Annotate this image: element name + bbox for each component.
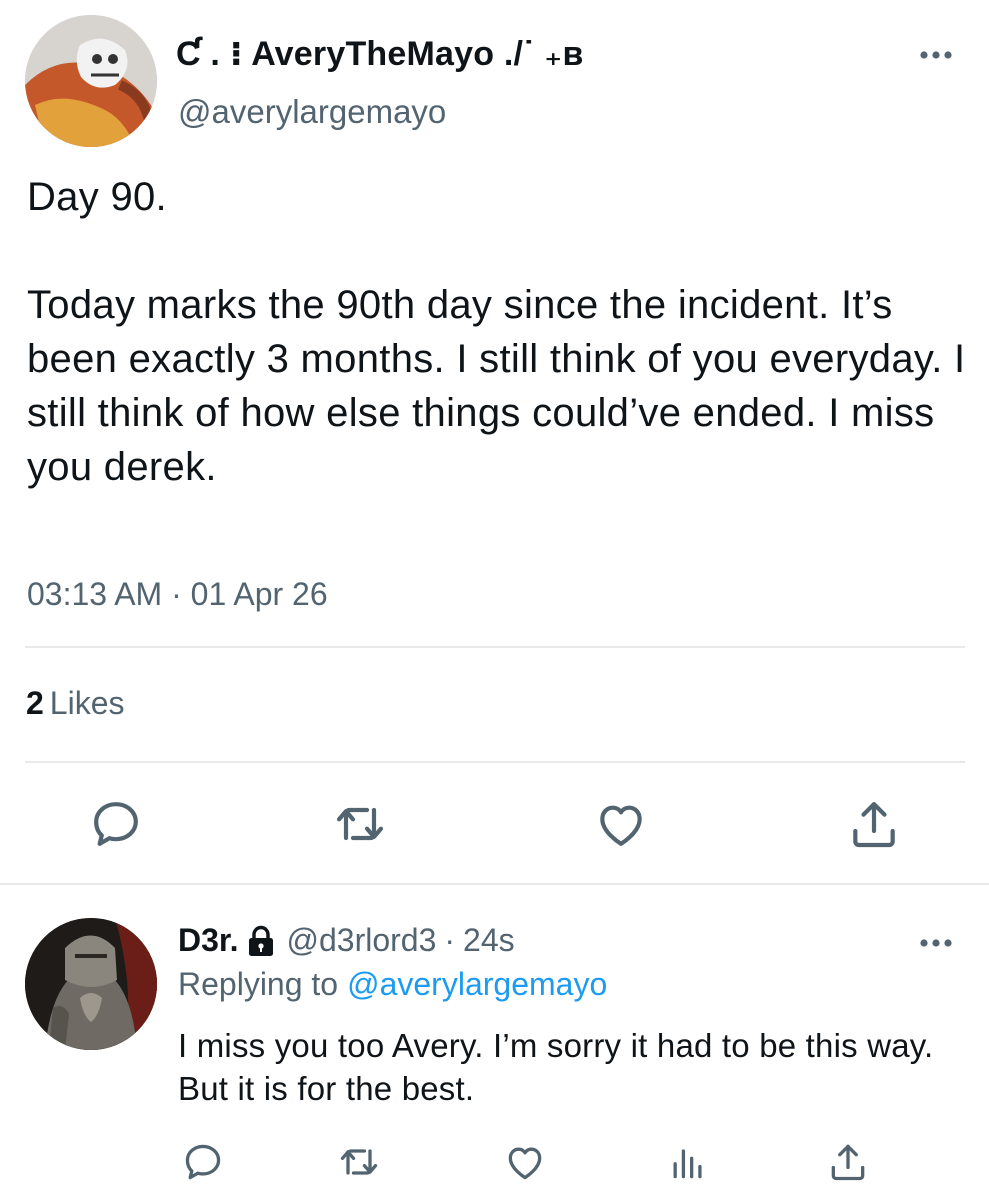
username-handle[interactable]: @averylargemayo [178,93,446,131]
likes-summary[interactable]: 2 Likes [26,685,125,722]
like-icon[interactable] [593,796,649,852]
avatar[interactable] [25,15,157,147]
tweet-text: Day 90. Today marks the 90th day since t… [27,175,966,489]
retweet-icon[interactable] [337,1140,381,1184]
display-name[interactable]: Ƈ . ⁝ AveryTheMayo ./˙ ₊ʙ [176,34,584,74]
tweet-timestamp[interactable]: 03:13 AM · 01 Apr 26 [27,576,328,613]
reply-username-handle[interactable]: @d3rlord3 [286,922,436,959]
more-horizontal-icon[interactable] [918,40,954,70]
reply-icon[interactable] [88,796,144,852]
reply-display-name[interactable]: D3r. [178,922,238,959]
analytics-icon[interactable] [666,1140,710,1184]
lock-icon [246,925,276,957]
share-icon[interactable] [826,1140,870,1184]
reply-header: D3r. @d3rlord3 · 24s [178,922,515,959]
divider [25,646,965,648]
divider [25,761,965,763]
reply-avatar[interactable] [25,918,157,1050]
replying-to-label: Replying to [178,966,339,1002]
share-icon[interactable] [846,796,902,852]
divider [0,883,989,885]
reply-timestamp[interactable]: 24s [463,922,515,959]
reply-icon[interactable] [181,1140,225,1184]
more-horizontal-icon[interactable] [918,928,954,958]
retweet-icon[interactable] [332,796,388,852]
replying-to-handle-link[interactable]: @averylargemayo [347,966,607,1002]
replying-to: Replying to @averylargemayo [178,966,607,1003]
likes-label: Likes [49,685,125,721]
likes-count: 2 [26,685,44,721]
like-icon[interactable] [503,1140,547,1184]
reply-text: I miss you too Avery. I’m sorry it had t… [178,1027,934,1107]
separator-dot: · [444,922,456,958]
